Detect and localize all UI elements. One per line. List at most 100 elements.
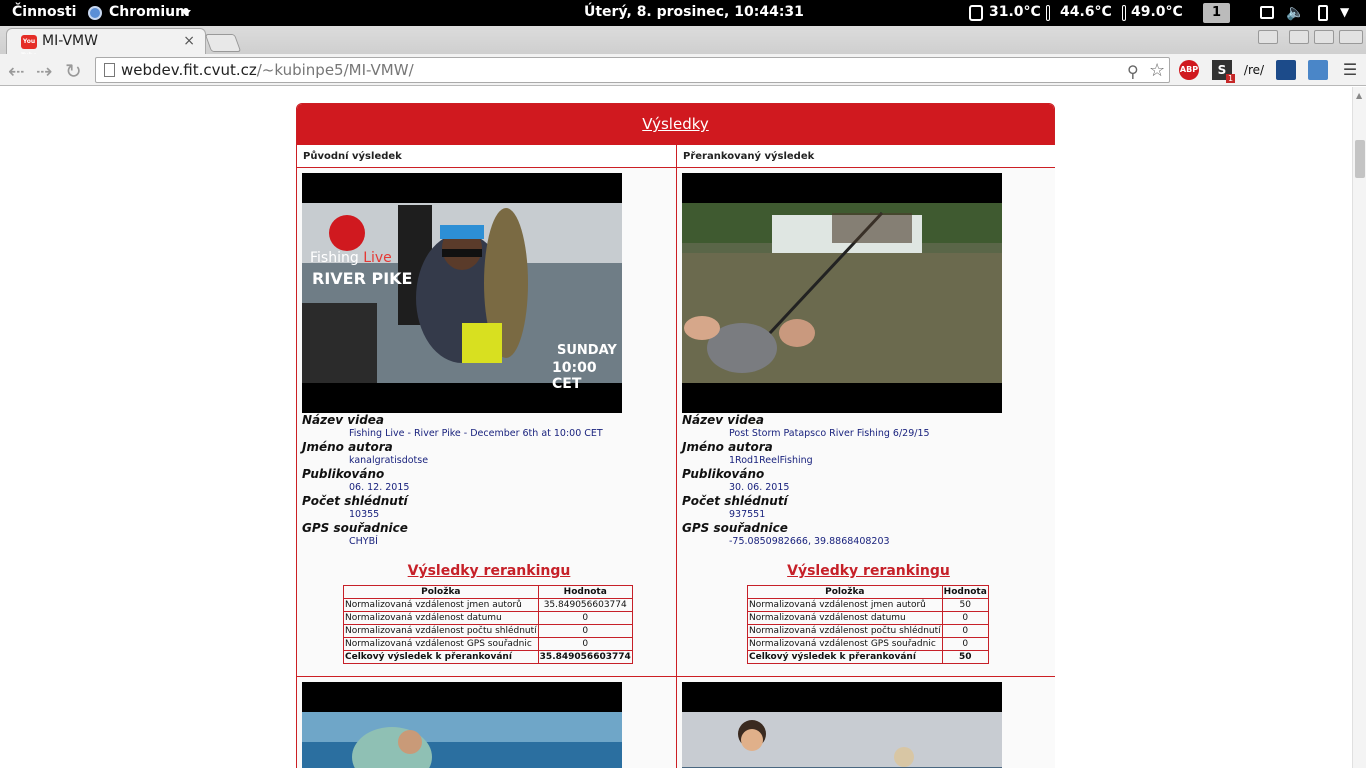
reload-icon[interactable]: ↻ (65, 59, 82, 83)
video-thumbnail[interactable] (302, 682, 622, 768)
original-result-column: Původní výsledek Fishing Live RIVER PIKE… (297, 145, 676, 768)
row-value: 50 (941, 598, 989, 612)
row-label: Normalizovaná vzdálenost jmen autorů (747, 598, 943, 612)
gps-value: -75.0850982666, 39.8868408203 (729, 536, 890, 547)
result-cell (677, 677, 1055, 768)
row-value: 35.849056603774 (537, 598, 633, 612)
row-label: Celkový výsledek k přerankování (747, 650, 943, 664)
row-value: 50 (941, 650, 989, 664)
adblock-icon[interactable]: ABP (1179, 60, 1199, 80)
video-title-value: Post Storm Patapsco River Fishing 6/29/1… (729, 428, 930, 439)
tab-strip: You Tube MI-VMW × (0, 26, 1366, 59)
tab-title: MI-VMW (42, 33, 98, 49)
activities-button[interactable]: Činnosti (12, 4, 76, 20)
page-viewport: Výsledky Původní výsledek Fishing Live R… (0, 87, 1352, 768)
back-icon[interactable]: ⇠ (8, 59, 25, 83)
row-label: Normalizovaná vzdálenost datumu (343, 611, 539, 625)
window-icon[interactable] (1260, 6, 1274, 19)
sensor-icon (969, 5, 983, 21)
extension-badge: 1 (1226, 74, 1236, 83)
table-header-value: Hodnota (941, 585, 989, 599)
menu-icon[interactable]: ☰ (1340, 60, 1360, 80)
row-value: 35.849056603774 (537, 650, 633, 664)
author-value: kanalgratisdotse (349, 455, 429, 466)
bookmark-star-icon[interactable]: ☆ (1149, 60, 1165, 81)
chevron-down-icon (181, 10, 191, 16)
table-row-total: Celkový výsledek k přerankování 35.849056… (343, 650, 633, 664)
extension-book-icon[interactable] (1276, 60, 1296, 80)
table-row: Normalizovaná vzdálenost datumu 0 (343, 611, 633, 625)
vertical-scrollbar[interactable]: ▲ (1352, 87, 1366, 768)
results-panel: Výsledky Původní výsledek Fishing Live R… (296, 103, 1055, 768)
rerank-title[interactable]: Výsledky rerankingu (302, 563, 676, 579)
app-menu-button[interactable]: Chromium (109, 4, 190, 20)
label-author: Jméno autora (302, 440, 393, 454)
sea-fishing-thumbnail-image (302, 712, 622, 768)
system-top-bar: Činnosti Chromium Úterý, 8. prosinec, 10… (0, 0, 1366, 26)
row-label: Normalizovaná vzdálenost GPS souřadnic (343, 637, 539, 651)
minimize-button[interactable] (1289, 30, 1309, 44)
address-bar[interactable]: webdev.fit.cvut.cz/~kubinpe5/MI-VMW/ ⚲ ☆ (95, 57, 1170, 83)
video-title-value: Fishing Live - River Pike - December 6th… (349, 428, 603, 439)
published-value: 30. 06. 2015 (729, 482, 790, 493)
table-header-value: Hodnota (537, 585, 633, 599)
temperature-1: 31.0°C (989, 4, 1041, 20)
row-label: Normalizovaná vzdálenost datumu (747, 611, 943, 625)
tab-mi-vmw[interactable]: You Tube MI-VMW × (6, 28, 206, 59)
extension-re-button[interactable]: /re/ (1243, 60, 1265, 80)
row-label: Celkový výsledek k přerankování (343, 650, 539, 664)
youtube-favicon-icon: You Tube (21, 35, 37, 59)
published-value: 06. 12. 2015 (349, 482, 410, 493)
maximize-button[interactable] (1314, 30, 1334, 44)
video-thumbnail[interactable]: Fishing Live RIVER PIKE SUNDAY 10:00 CET (302, 173, 622, 413)
result-cell: Název videa Post Storm Patapsco River Fi… (677, 168, 1055, 677)
label-gps: GPS souřadnice (682, 521, 788, 535)
table-row: Normalizovaná vzdálenost jmen autorů 35.8… (343, 598, 633, 612)
reranked-result-heading: Přerankovaný výsledek (677, 145, 1055, 168)
row-value: 0 (941, 611, 989, 625)
views-value: 10355 (349, 509, 380, 520)
row-label: Normalizovaná vzdálenost počtu shlédnutí (343, 624, 539, 638)
table-row: Normalizovaná vzdálenost počtu shlédnutí… (343, 624, 633, 638)
result-cell: Fishing Live RIVER PIKE SUNDAY 10:00 CET… (297, 168, 676, 677)
table-row: Normalizovaná vzdálenost GPS souřadnic 0 (747, 637, 989, 651)
close-icon[interactable]: × (183, 33, 195, 49)
page-icon (104, 63, 115, 77)
label-published: Publikováno (682, 467, 765, 481)
profile-icon[interactable] (1258, 30, 1278, 44)
close-window-button[interactable] (1339, 30, 1363, 44)
row-value: 0 (941, 637, 989, 651)
battery-icon[interactable] (1318, 5, 1328, 21)
power-menu-icon[interactable]: ▼ (1340, 5, 1349, 19)
workspace-indicator[interactable]: 1 (1203, 3, 1230, 23)
label-gps: GPS souřadnice (302, 521, 408, 535)
temperature-2: 44.6°C (1060, 4, 1112, 20)
label-video-title: Název videa (682, 413, 765, 427)
thumb-brand-2: Live (363, 250, 392, 266)
forward-icon[interactable]: ⇢ (36, 59, 53, 83)
table-header-item: Položka (343, 585, 539, 599)
scrollbar-thumb[interactable] (1355, 140, 1365, 178)
table-row: Normalizovaná vzdálenost počtu shlédnutí… (747, 624, 989, 638)
video-thumbnail[interactable] (682, 173, 1002, 413)
rerank-title[interactable]: Výsledky rerankingu (682, 563, 1055, 579)
chromium-app-icon (88, 6, 102, 20)
clock[interactable]: Úterý, 8. prosinec, 10:44:31 (584, 4, 804, 20)
new-tab-button[interactable] (204, 34, 242, 52)
results-header[interactable]: Výsledky (297, 104, 1054, 145)
url-path: /~kubinpe5/MI-VMW/ (256, 61, 414, 79)
scroll-up-icon[interactable]: ▲ (1356, 91, 1362, 100)
volume-icon[interactable]: 🔈 (1286, 3, 1305, 21)
thumb-brand-text: Fishing Live (310, 250, 392, 266)
result-cell (297, 677, 676, 768)
url-host: webdev.fit.cvut.cz (121, 61, 257, 79)
video-info: Název videa Fishing Live - River Pike - … (302, 413, 676, 548)
thumb-day: SUNDAY (557, 343, 617, 358)
river-fishing-thumbnail-image (682, 203, 1002, 383)
search-icon[interactable]: ⚲ (1127, 62, 1139, 81)
extension-window-icon[interactable] (1308, 60, 1328, 80)
video-thumbnail[interactable] (682, 682, 1002, 768)
table-row: Normalizovaná vzdálenost GPS souřadnic 0 (343, 637, 633, 651)
row-value: 0 (537, 637, 633, 651)
url-text[interactable]: webdev.fit.cvut.cz/~kubinpe5/MI-VMW/ (121, 61, 414, 79)
